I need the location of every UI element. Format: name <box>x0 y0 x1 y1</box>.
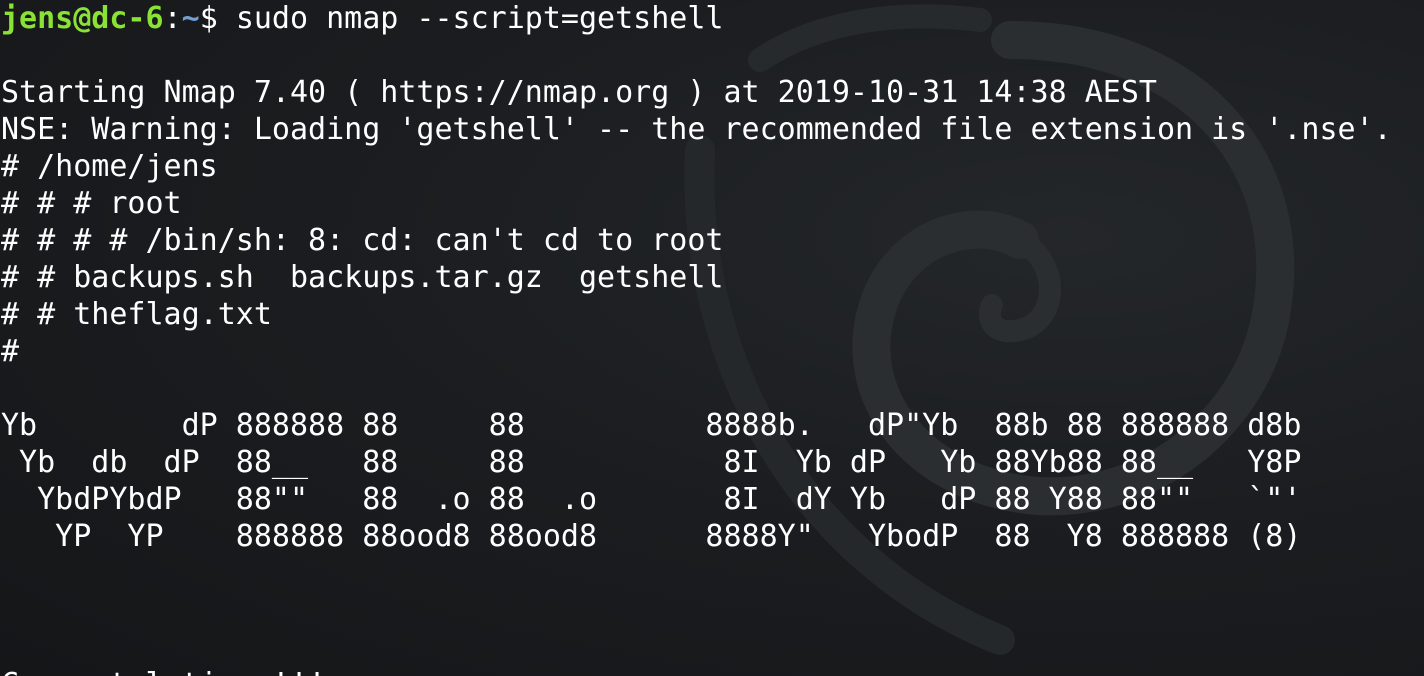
prompt-symbol: $ <box>199 1 236 36</box>
output-line: # # # # /bin/sh: 8: cd: can't cd to root <box>1 223 724 258</box>
output-line: # /home/jens <box>1 149 218 184</box>
banner-line: Yb dP 888888 88 88 8888b. dP"Yb 88b 88 8… <box>1 408 1302 443</box>
output-line: # # # root <box>1 186 182 221</box>
output-line: # # backups.sh backups.tar.gz getshell <box>1 260 724 295</box>
banner-line: Yb db dP 88__ 88 88 8I Yb dP Yb 88Yb88 8… <box>1 445 1302 480</box>
terminal-output: jens@dc-6:~$ sudo nmap --script=getshell… <box>1 0 1421 676</box>
banner-line: YP YP 888888 88ood8 88ood8 8888Y" YbodP … <box>1 519 1302 554</box>
congratulations-line: Congratulations!!! <box>1 666 1421 676</box>
command-text: sudo nmap --script=getshell <box>235 1 724 36</box>
output-line: # <box>1 334 20 369</box>
banner-line: YbdPYbdP 88"" 88 .o 88 .o 8I dY Yb dP 88… <box>1 482 1302 517</box>
output-line: # # theflag.txt <box>1 297 272 332</box>
prompt-user-host: jens@dc-6 <box>1 1 164 36</box>
prompt-path: ~ <box>181 1 200 36</box>
output-line: NSE: Warning: Loading 'getshell' -- the … <box>1 112 1392 147</box>
output-line: Starting Nmap 7.40 ( https://nmap.org ) … <box>1 75 1157 110</box>
command-line: jens@dc-6:~$ sudo nmap --script=getshell <box>1 0 1421 37</box>
terminal-window[interactable]: jens@dc-6:~$ sudo nmap --script=getshell… <box>0 0 1424 676</box>
prompt-separator: : <box>163 1 182 36</box>
